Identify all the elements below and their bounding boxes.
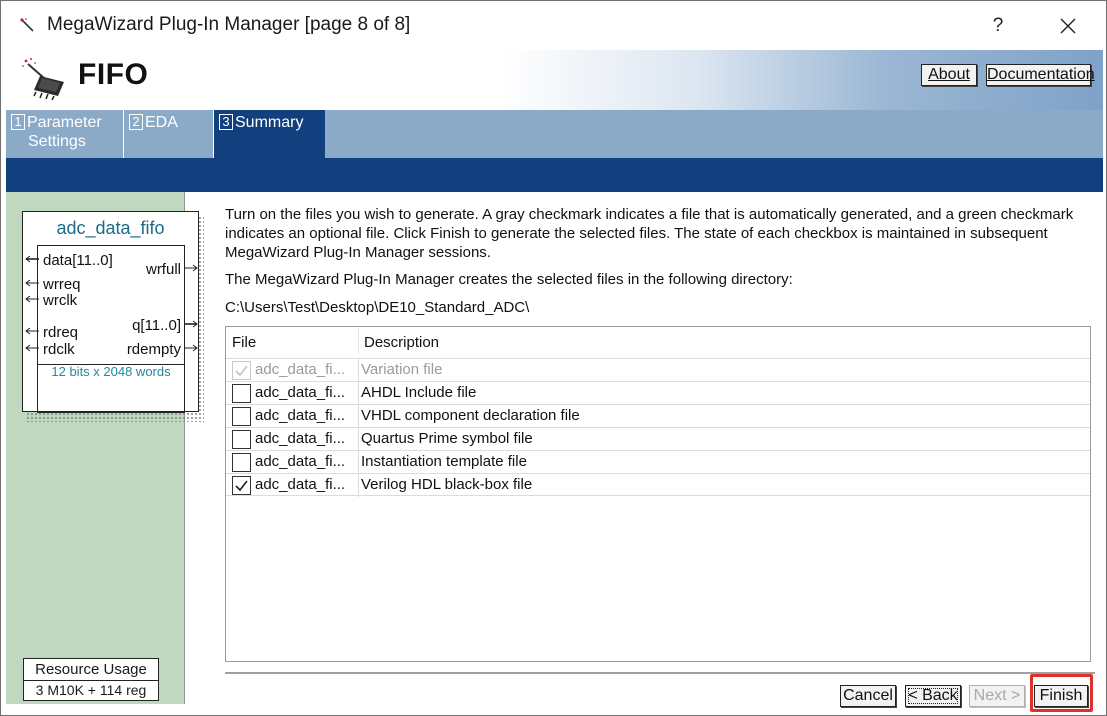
tab-summary[interactable]: 3 Summary — [214, 110, 325, 159]
pin-input-icon — [25, 327, 39, 335]
resource-usage-box: Resource Usage 3 M10K + 114 reg — [23, 658, 159, 701]
resource-usage-title: Resource Usage — [35, 661, 147, 678]
pin-output-icon — [185, 344, 198, 352]
file-name: adc_data_fi... — [255, 430, 346, 447]
checkmark-icon — [235, 365, 248, 377]
wizard-header: FIFO About Documentation — [6, 50, 1103, 110]
symbol-name: adc_data_fifo — [56, 218, 165, 238]
checkmark-icon — [235, 480, 248, 492]
generate-checkbox[interactable] — [232, 407, 251, 426]
file-table: File Description adc_data_fi... Variatio… — [225, 326, 1091, 662]
tab-content-band — [6, 158, 1103, 192]
next-button: Next > — [969, 685, 1025, 707]
file-description: Instantiation template file — [361, 453, 527, 470]
back-button[interactable]: < Back — [905, 685, 961, 707]
port-data: data[11..0] — [43, 252, 113, 269]
close-icon — [1060, 18, 1076, 34]
file-name: adc_data_fi... — [255, 384, 346, 401]
column-header-file[interactable]: File — [232, 334, 256, 351]
pin-input-icon — [25, 344, 39, 352]
file-name: adc_data_fi... — [255, 453, 346, 470]
column-separator — [358, 328, 359, 354]
file-description: Quartus Prime symbol file — [361, 430, 533, 447]
about-button[interactable]: About — [921, 64, 977, 86]
tab-number: 2 — [129, 114, 143, 130]
tab-eda[interactable]: 2 EDA — [124, 110, 214, 158]
focus-ring — [908, 688, 958, 704]
wizard-window: MegaWizard Plug-In Manager [page 8 of 8]… — [0, 0, 1107, 716]
fifo-symbol: adc_data_fifo data[11..0] wrreq wrclk rd… — [22, 211, 199, 413]
file-description: AHDL Include file — [361, 384, 477, 401]
tab-number: 3 — [219, 114, 233, 130]
port-wrclk: wrclk — [43, 292, 78, 309]
pin-input-icon — [25, 295, 39, 303]
megafunction-chip-icon — [22, 58, 64, 100]
cancel-button[interactable]: Cancel — [840, 685, 896, 707]
symbol-panel: adc_data_fifo data[11..0] wrreq wrclk rd… — [6, 192, 204, 704]
instructions-text: Turn on the files you wish to generate. … — [225, 206, 1074, 261]
table-row[interactable]: adc_data_fi... VHDL component declaratio… — [226, 404, 1090, 428]
port-rdempty: rdempty — [126, 341, 181, 358]
tab-bar: 1 Parameter Settings 2 EDA 3 Summary — [6, 110, 1103, 159]
tab-label: EDA — [145, 114, 178, 131]
resource-usage-value: 3 M10K + 114 reg — [35, 682, 147, 698]
port-wrreq: wrreq — [43, 276, 81, 293]
table-row[interactable]: adc_data_fi... AHDL Include file — [226, 381, 1090, 405]
tab-label: Summary — [235, 114, 304, 131]
pin-input-bus-icon — [25, 255, 39, 263]
close-button[interactable] — [1041, 7, 1095, 45]
file-name: adc_data_fi... — [255, 407, 346, 424]
resource-divider — [24, 680, 158, 681]
pin-output-bus-icon — [185, 320, 198, 328]
port-rdclk: rdclk — [43, 341, 75, 358]
table-row[interactable]: adc_data_fi... Quartus Prime symbol file — [226, 427, 1090, 451]
file-name: adc_data_fi... — [255, 361, 346, 378]
directory-path: C:\Users\Test\Desktop\DE10_Standard_ADC\ — [225, 299, 530, 316]
table-row: adc_data_fi... Variation file — [226, 358, 1090, 382]
finish-highlight-box — [1030, 674, 1093, 712]
file-name: adc_data_fi... — [255, 476, 346, 493]
generate-checkbox[interactable] — [232, 476, 251, 495]
megafunction-title: FIFO — [78, 58, 149, 91]
window-title: MegaWizard Plug-In Manager [page 8 of 8] — [47, 14, 411, 35]
documentation-button[interactable]: Documentation — [986, 64, 1095, 86]
tab-label-line2: Settings — [28, 133, 86, 150]
tab-number: 1 — [11, 114, 25, 130]
symbol-description: 12 bits x 2048 words — [51, 364, 171, 379]
table-row[interactable]: adc_data_fi... Verilog HDL black-box fil… — [226, 473, 1090, 497]
generate-checkbox — [232, 361, 251, 380]
pin-output-icon — [185, 264, 198, 272]
tab-parameter-settings[interactable]: 1 Parameter Settings — [6, 110, 124, 158]
file-description: Verilog HDL black-box file — [361, 476, 533, 493]
file-description: VHDL component declaration file — [361, 407, 580, 424]
directory-note: The MegaWizard Plug-In Manager creates t… — [225, 271, 793, 288]
generate-checkbox[interactable] — [232, 384, 251, 403]
port-wrfull: wrfull — [145, 261, 181, 278]
port-rdreq: rdreq — [43, 324, 79, 341]
tab-label: Parameter — [27, 114, 102, 131]
pin-input-icon — [25, 279, 39, 287]
help-button[interactable]: ? — [971, 7, 1025, 45]
port-q: q[11..0] — [132, 317, 181, 334]
table-row[interactable]: adc_data_fi... Instantiation template fi… — [226, 450, 1090, 474]
generate-checkbox[interactable] — [232, 453, 251, 472]
symbol-body: data[11..0] wrreq wrclk rdreq rdclk wrfu… — [37, 245, 185, 413]
title-bar: MegaWizard Plug-In Manager [page 8 of 8]… — [1, 1, 1106, 50]
generate-checkbox[interactable] — [232, 430, 251, 449]
wizard-wand-icon — [20, 18, 34, 32]
button-bar-divider — [225, 672, 1095, 674]
column-header-description[interactable]: Description — [364, 334, 439, 351]
file-description: Variation file — [361, 361, 443, 378]
